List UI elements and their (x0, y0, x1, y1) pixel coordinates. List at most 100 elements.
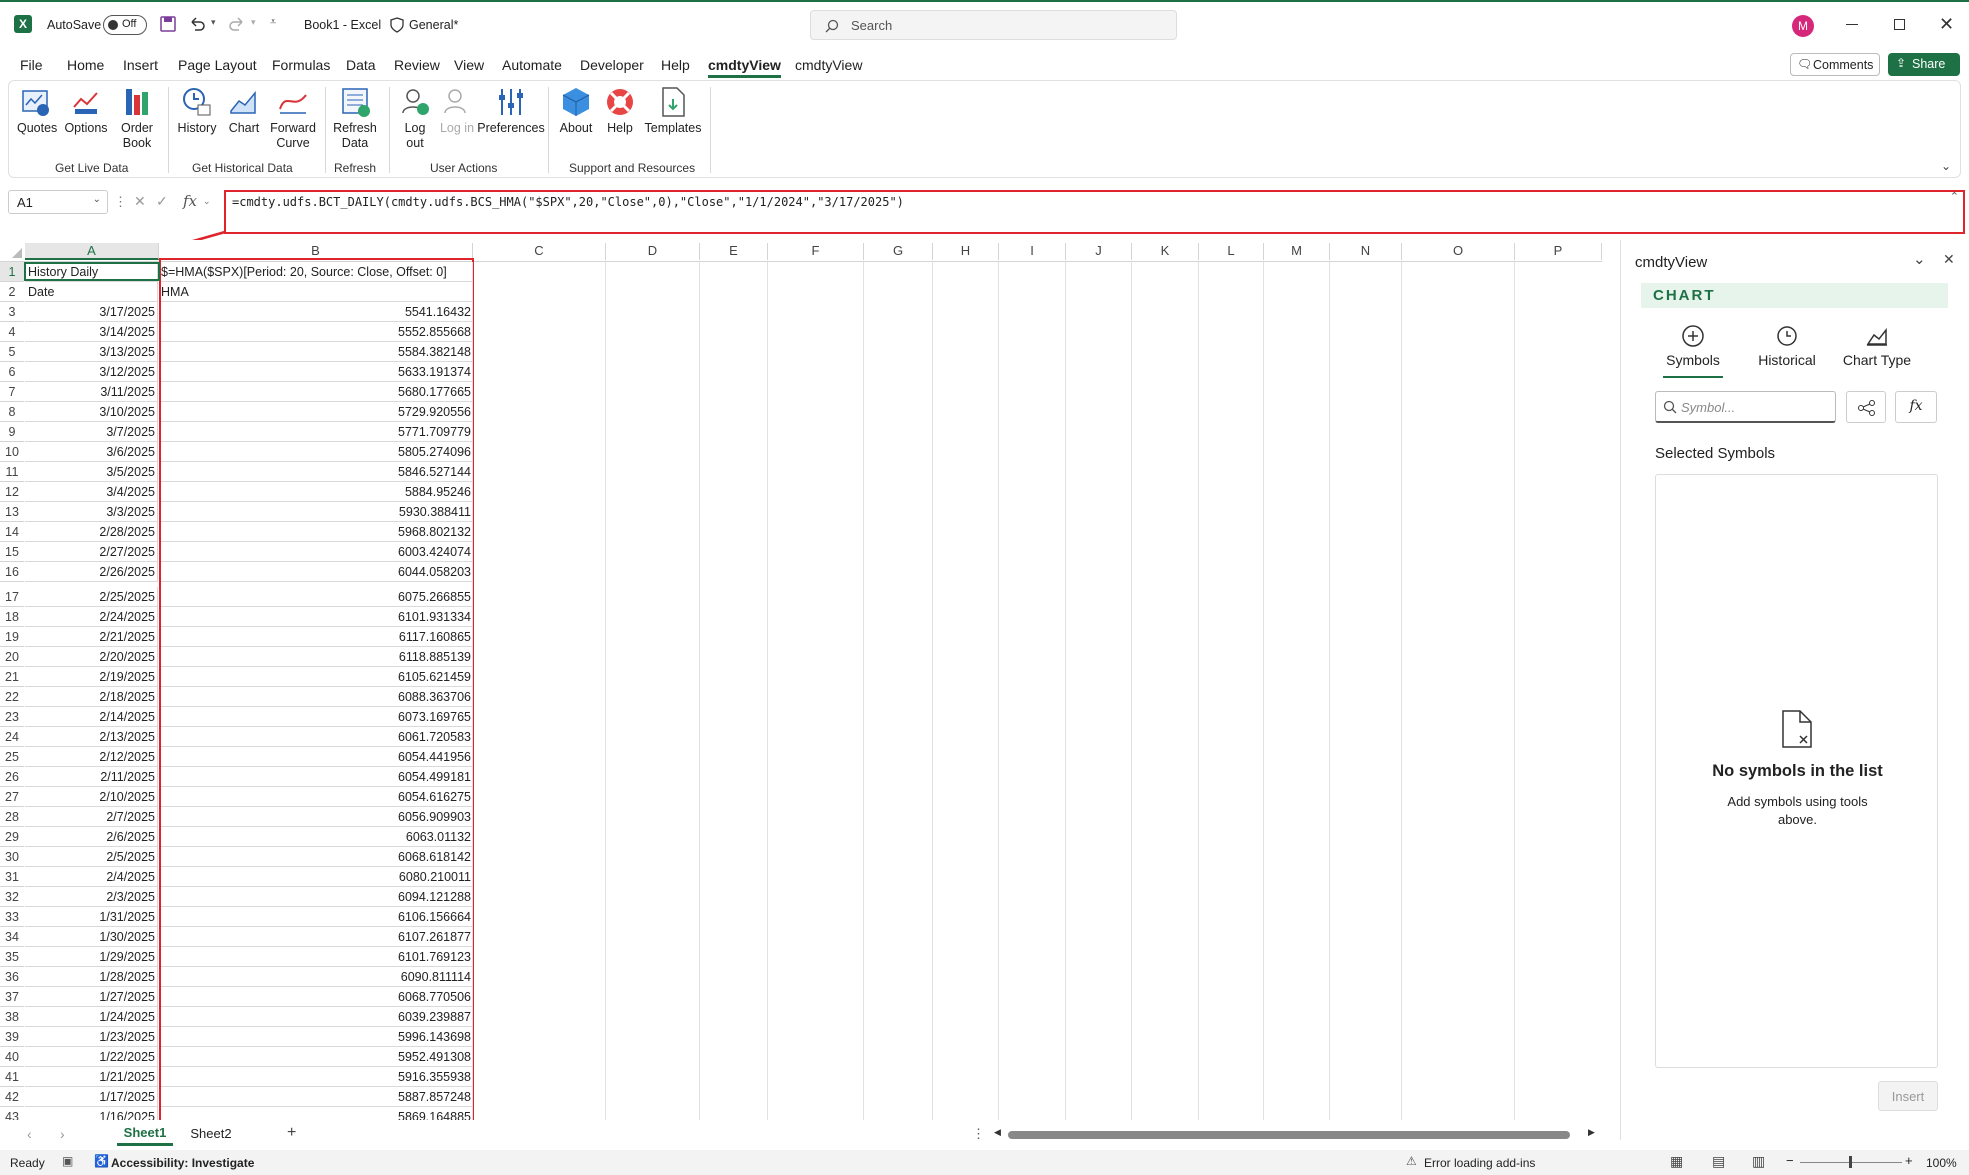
column-header-h[interactable]: H (933, 243, 999, 260)
save-icon[interactable] (160, 16, 176, 32)
accessibility-status[interactable]: Accessibility: Investigate (111, 1156, 254, 1170)
cell-b31[interactable]: 6080.210011 (159, 867, 473, 887)
menu-file[interactable]: File (20, 57, 43, 73)
row-header[interactable]: 8 (0, 402, 24, 422)
row-header[interactable]: 25 (0, 747, 24, 767)
chart-button[interactable]: Chart (224, 85, 264, 136)
normal-view-icon[interactable]: ▦ (1670, 1153, 1683, 1170)
row-header[interactable]: 36 (0, 967, 24, 987)
cell-b33[interactable]: 6106.156664 (159, 907, 473, 927)
preferences-button[interactable]: Preferences (475, 85, 547, 136)
cell-a9[interactable]: 3/7/2025 (25, 422, 158, 442)
cell-b18[interactable]: 6101.931334 (159, 607, 473, 627)
autosave-toggle[interactable]: Off (103, 15, 147, 35)
column-header-f[interactable]: F (768, 243, 864, 260)
cell-a41[interactable]: 1/21/2025 (25, 1067, 158, 1087)
column-header-o[interactable]: O (1402, 243, 1515, 260)
cell-a1[interactable]: History Daily (25, 262, 158, 282)
cell-b25[interactable]: 6054.441956 (159, 747, 473, 767)
cell-a32[interactable]: 2/3/2025 (25, 887, 158, 907)
cell-a25[interactable]: 2/12/2025 (25, 747, 158, 767)
cell-b10[interactable]: 5805.274096 (159, 442, 473, 462)
column-header-n[interactable]: N (1330, 243, 1402, 260)
sensitivity-label[interactable]: General* (409, 18, 458, 32)
cell-a16[interactable]: 2/26/2025 (25, 562, 158, 582)
row-header[interactable]: 1 (0, 262, 24, 282)
cell-a37[interactable]: 1/27/2025 (25, 987, 158, 1007)
forward-curve-button[interactable]: Forward Curve (267, 85, 319, 151)
customize-qat-icon[interactable]: ⩡ (270, 16, 276, 29)
column-header-g[interactable]: G (864, 243, 933, 260)
row-header[interactable]: 32 (0, 887, 24, 907)
zoom-level[interactable]: 100% (1926, 1156, 1957, 1170)
addins-error-status[interactable]: Error loading add-ins (1424, 1156, 1535, 1170)
cell-a10[interactable]: 3/6/2025 (25, 442, 158, 462)
cell-a31[interactable]: 2/4/2025 (25, 867, 158, 887)
cell-a20[interactable]: 2/20/2025 (25, 647, 158, 667)
cell-a34[interactable]: 1/30/2025 (25, 927, 158, 947)
zoom-out-button[interactable]: − (1786, 1153, 1794, 1168)
cell-b43[interactable]: 5869.164885 (159, 1107, 473, 1120)
cell-b24[interactable]: 6061.720583 (159, 727, 473, 747)
cell-b12[interactable]: 5884.95246 (159, 482, 473, 502)
column-header-a[interactable]: A (25, 243, 159, 260)
menu-data[interactable]: Data (346, 57, 376, 73)
row-header[interactable]: 38 (0, 1007, 24, 1027)
share-symbols-button[interactable] (1846, 391, 1886, 423)
cell-a17[interactable]: 2/25/2025 (25, 587, 158, 607)
selected-symbols-list[interactable]: No symbols in the list Add symbols using… (1655, 474, 1938, 1068)
cell-b15[interactable]: 6003.424074 (159, 542, 473, 562)
insert-button[interactable]: Insert (1878, 1081, 1938, 1111)
page-layout-view-icon[interactable]: ▤ (1712, 1153, 1725, 1170)
cell-b22[interactable]: 6088.363706 (159, 687, 473, 707)
row-header[interactable]: 23 (0, 707, 24, 727)
undo-icon[interactable] (188, 16, 206, 32)
cell-a6[interactable]: 3/12/2025 (25, 362, 158, 382)
cell-b42[interactable]: 5887.857248 (159, 1087, 473, 1107)
cell-a8[interactable]: 3/10/2025 (25, 402, 158, 422)
cell-a36[interactable]: 1/28/2025 (25, 967, 158, 987)
menu-home[interactable]: Home (67, 57, 104, 73)
cell-a3[interactable]: 3/17/2025 (25, 302, 158, 322)
menu-view[interactable]: View (454, 57, 484, 73)
cell-a27[interactable]: 2/10/2025 (25, 787, 158, 807)
row-header[interactable]: 19 (0, 627, 24, 647)
zoom-in-button[interactable]: + (1905, 1153, 1913, 1168)
row-header[interactable]: 7 (0, 382, 24, 402)
cell-b34[interactable]: 6107.261877 (159, 927, 473, 947)
row-header[interactable]: 4 (0, 322, 24, 342)
cell-b30[interactable]: 6068.618142 (159, 847, 473, 867)
cell-a4[interactable]: 3/14/2025 (25, 322, 158, 342)
collapse-ribbon-icon[interactable]: ⌄ (1941, 159, 1951, 173)
enter-icon[interactable]: ✓ (156, 193, 168, 210)
row-header[interactable]: 31 (0, 867, 24, 887)
cell-b19[interactable]: 6117.160865 (159, 627, 473, 647)
menu-cmdtyview-2[interactable]: cmdtyView (795, 57, 862, 73)
row-header[interactable]: 15 (0, 542, 24, 562)
row-header[interactable]: 24 (0, 727, 24, 747)
cell-b40[interactable]: 5952.491308 (159, 1047, 473, 1067)
cell-a14[interactable]: 2/28/2025 (25, 522, 158, 542)
order-book-button[interactable]: Order Book (116, 85, 158, 151)
row-header[interactable]: 34 (0, 927, 24, 947)
function-button[interactable]: fx (1895, 391, 1937, 423)
cell-b14[interactable]: 5968.802132 (159, 522, 473, 542)
redo-dropdown-icon[interactable]: ▾ (251, 17, 256, 28)
row-header[interactable]: 5 (0, 342, 24, 362)
row-header[interactable]: 14 (0, 522, 24, 542)
options-button[interactable]: Options (64, 85, 108, 136)
insert-function-icon[interactable]: fx (183, 192, 197, 210)
formula-input[interactable]: =cmdty.udfs.BCT_DAILY(cmdty.udfs.BCS_HMA… (224, 190, 1965, 234)
cell-b20[interactable]: 6118.885139 (159, 647, 473, 667)
macro-record-icon[interactable]: ▣ (62, 1154, 73, 1168)
spreadsheet-grid[interactable]: ABCDEFGHIJKLMNOP 1 2 3 4 5 6 7 8 9 10 11 12 13 14 15 16… (0, 240, 1605, 1120)
menu-review[interactable]: Review (394, 57, 440, 73)
cell-b6[interactable]: 5633.191374 (159, 362, 473, 382)
symbol-input[interactable]: Symbol... (1655, 391, 1836, 423)
column-header-d[interactable]: D (606, 243, 700, 260)
cell-a11[interactable]: 3/5/2025 (25, 462, 158, 482)
cell-a2[interactable]: Date (25, 282, 158, 302)
cell-a29[interactable]: 2/6/2025 (25, 827, 158, 847)
cell-a40[interactable]: 1/22/2025 (25, 1047, 158, 1067)
row-header[interactable]: 43 (0, 1107, 24, 1120)
